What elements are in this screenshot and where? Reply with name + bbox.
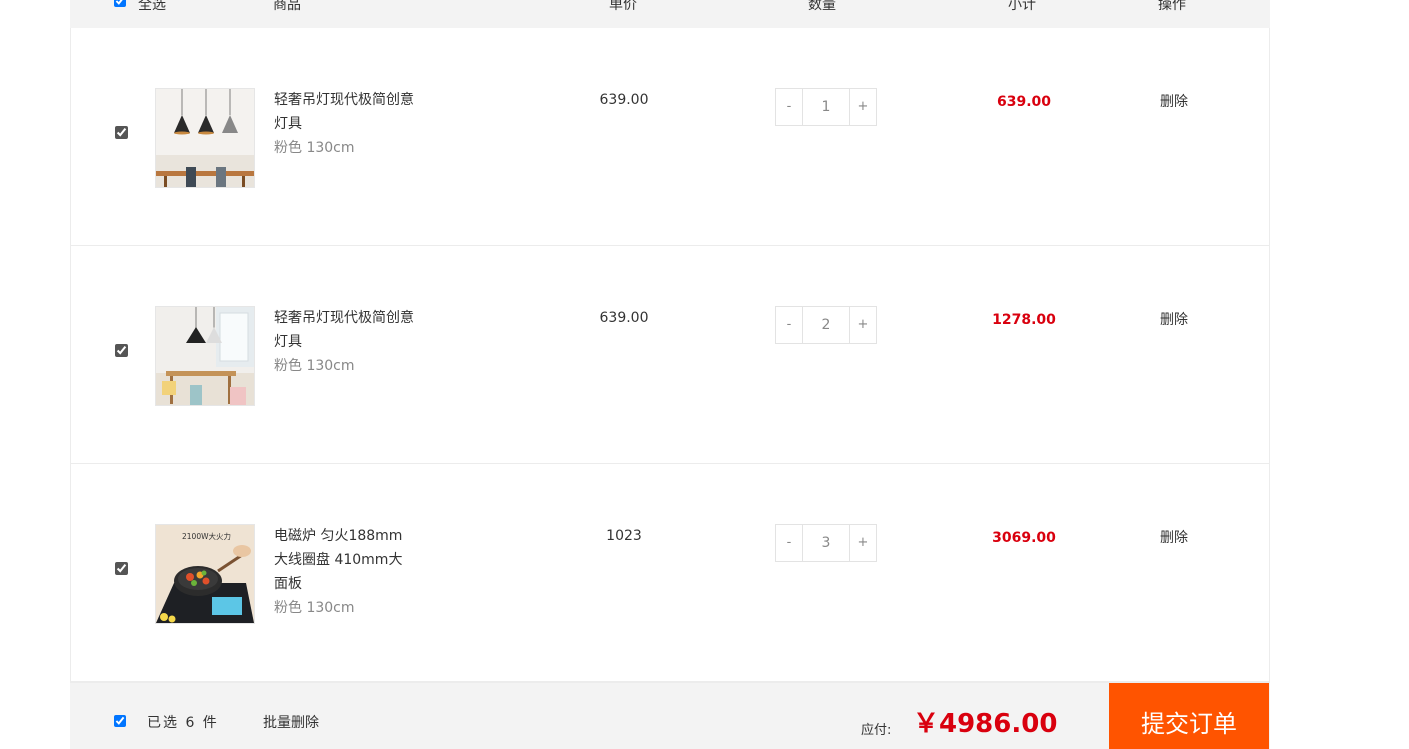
shopping-cart: 全选 商品 单价 数量 小计 操作 轻奢吊灯现代极简创意灯具 粉色 130cm … — [70, 0, 1270, 749]
item-info: 轻奢吊灯现代极简创意灯具 粉色 130cm — [274, 88, 414, 160]
cart-item: 2100W大火力 电磁炉 匀火188mm大线圈盘 410mm大面板 粉色 130… — [70, 464, 1270, 682]
cart-item: 轻奢吊灯现代极简创意灯具 粉色 130cm 639.00 - + 1278.00… — [70, 246, 1270, 464]
item-subtotal: 1278.00 — [992, 312, 1056, 328]
increase-quantity-button[interactable]: + — [849, 89, 876, 125]
quantity-stepper: - + — [775, 88, 877, 126]
cart-footer: 已选 6 件 批量删除 应付: ￥4986.00 提交订单 — [70, 682, 1270, 749]
delete-button[interactable]: 删除 — [1124, 526, 1224, 550]
delete-button[interactable]: 删除 — [1124, 308, 1224, 332]
item-info: 轻奢吊灯现代极简创意灯具 粉色 130cm — [274, 306, 414, 378]
product-image[interactable]: 2100W大火力 — [155, 524, 255, 624]
decrease-quantity-button[interactable]: - — [776, 89, 803, 125]
column-action: 操作 — [1158, 0, 1186, 13]
column-subtotal: 小计 — [1008, 0, 1036, 13]
total-amount: ￥4986.00 — [913, 709, 1058, 739]
item-subtotal: 639.00 — [996, 94, 1052, 110]
selected-count: 已选 6 件 — [147, 715, 219, 731]
pendant-lamp-image — [156, 89, 254, 187]
quantity-stepper: - + — [775, 306, 877, 344]
image-caption: 2100W大火力 — [182, 531, 231, 541]
column-product: 商品 — [273, 0, 301, 13]
quantity-stepper: - + — [775, 524, 877, 562]
batch-delete-button[interactable]: 批量删除 — [263, 712, 319, 732]
quantity-input[interactable] — [803, 525, 849, 561]
induction-cooker-image: 2100W大火力 — [156, 525, 254, 623]
item-checkbox[interactable] — [115, 126, 128, 139]
item-checkbox[interactable] — [115, 562, 128, 575]
cart-item: 轻奢吊灯现代极简创意灯具 粉色 130cm 639.00 - + 639.00 … — [70, 28, 1270, 246]
product-image[interactable] — [155, 88, 255, 188]
footer-select-all-checkbox[interactable] — [114, 715, 126, 727]
item-spec: 粉色 130cm — [274, 600, 355, 616]
decrease-quantity-button[interactable]: - — [776, 307, 803, 343]
item-name[interactable]: 电磁炉 匀火188mm大线圈盘 410mm大面板 — [274, 524, 414, 596]
increase-quantity-button[interactable]: + — [849, 307, 876, 343]
item-name[interactable]: 轻奢吊灯现代极简创意灯具 — [274, 88, 414, 136]
delete-button[interactable]: 删除 — [1124, 90, 1224, 114]
increase-quantity-button[interactable]: + — [849, 525, 876, 561]
item-info: 电磁炉 匀火188mm大线圈盘 410mm大面板 粉色 130cm — [274, 524, 414, 620]
quantity-input[interactable] — [803, 307, 849, 343]
total-label: 应付: — [861, 723, 892, 738]
select-all-checkbox[interactable] — [114, 0, 126, 7]
item-unit-price: 639.00 — [599, 310, 649, 326]
quantity-input[interactable] — [803, 89, 849, 125]
item-unit-price: 1023 — [606, 528, 642, 544]
item-unit-price: 639.00 — [599, 92, 649, 108]
item-spec: 粉色 130cm — [274, 140, 355, 156]
item-subtotal: 3069.00 — [992, 530, 1056, 546]
item-name[interactable]: 轻奢吊灯现代极简创意灯具 — [274, 306, 414, 354]
column-quantity: 数量 — [808, 0, 836, 13]
product-image[interactable] — [155, 306, 255, 406]
item-spec: 粉色 130cm — [274, 358, 355, 374]
cart-header-row: 全选 商品 单价 数量 小计 操作 — [70, 0, 1270, 29]
column-unit-price: 单价 — [609, 0, 637, 13]
pendant-lamp-image — [156, 307, 254, 405]
decrease-quantity-button[interactable]: - — [776, 525, 803, 561]
submit-order-button[interactable]: 提交订单 — [1109, 683, 1269, 749]
item-checkbox[interactable] — [115, 344, 128, 357]
select-all-label: 全选 — [138, 0, 166, 13]
